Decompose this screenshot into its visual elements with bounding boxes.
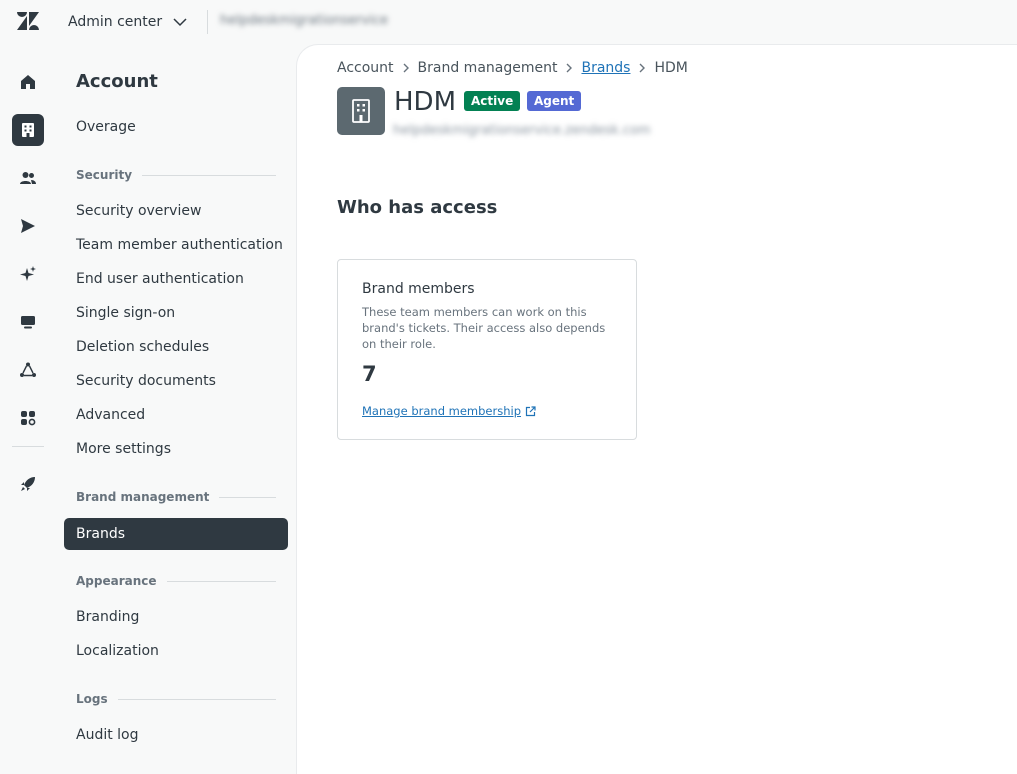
workspaces-icon: [21, 316, 35, 329]
sidenav-item-more-settings[interactable]: More settings: [76, 441, 171, 457]
section-heading-security: Security: [76, 168, 276, 182]
sidenav-item-overage[interactable]: Overage: [76, 119, 136, 135]
brand-members-card: Brand members These team members can wor…: [337, 259, 637, 440]
sidenav-item-security-documents[interactable]: Security documents: [76, 373, 216, 389]
product-name: Admin center: [68, 14, 163, 30]
product-switcher[interactable]: Admin center: [68, 11, 188, 33]
rocket-icon: [21, 477, 35, 491]
section-heading-logs: Logs: [76, 692, 276, 706]
breadcrumb: Account Brand management Brands HDM: [337, 60, 688, 76]
breadcrumb-item-account: Account: [337, 60, 394, 76]
chevron-down-icon: [173, 18, 187, 27]
rail-item-objects-rules[interactable]: [12, 354, 44, 386]
chevron-right-icon: [403, 63, 409, 73]
brand-avatar: [337, 87, 385, 135]
section-divider: [166, 580, 276, 582]
brand-building-icon: [352, 99, 370, 123]
home-icon: [21, 75, 35, 89]
link-label: Manage brand membership: [362, 404, 522, 418]
rail-item-people[interactable]: [12, 162, 44, 194]
sidenav-title: Account: [76, 71, 158, 92]
apps-integrations-icon: [21, 411, 36, 426]
chevron-right-icon: [566, 63, 573, 73]
card-description: These team members can work on this bran…: [362, 305, 606, 351]
rail-divider: [12, 446, 44, 447]
brand-url: helpdeskmigrationservice.zendesk.com: [393, 123, 651, 138]
sidenav-item-end-user-authentication[interactable]: End user authentication: [76, 271, 244, 287]
sidenav-item-audit-log[interactable]: Audit log: [76, 727, 139, 743]
manage-brand-membership-link[interactable]: Manage brand membership: [362, 404, 536, 418]
section-heading-appearance: Appearance: [76, 574, 276, 588]
people-icon: [20, 172, 36, 184]
sidenav-item-single-sign-on[interactable]: Single sign-on: [76, 305, 175, 321]
breadcrumb-link-brands[interactable]: Brands: [581, 60, 630, 76]
sidenav-item-team-member-authentication[interactable]: Team member authentication: [76, 237, 283, 253]
channels-send-icon: [21, 219, 35, 233]
sidenav-item-security-overview[interactable]: Security overview: [76, 203, 201, 219]
chevron-right-icon: [639, 63, 646, 73]
section-heading-label: Brand management: [76, 490, 210, 504]
subdomain-label: helpdeskmigrationservice: [220, 13, 388, 28]
section-title-who-has-access: Who has access: [337, 197, 498, 218]
main-content: Account Brand management Brands HDM HDM …: [296, 44, 1017, 774]
member-count: 7: [362, 362, 377, 386]
section-heading-brand-management: Brand management: [76, 490, 276, 504]
section-heading-label: Security: [76, 168, 133, 182]
sidenav-item-localization[interactable]: Localization: [76, 643, 159, 659]
external-link-icon: [525, 405, 536, 416]
section-divider: [219, 496, 276, 498]
rail-item-apps[interactable]: [12, 402, 44, 434]
rail-item-account[interactable]: [12, 114, 44, 146]
role-badge: Agent: [527, 91, 582, 111]
divider: [207, 10, 208, 34]
top-bar: Admin center helpdeskmigrationservice: [0, 0, 1017, 44]
objects-rules-icon: [20, 362, 36, 377]
card-title: Brand members: [362, 281, 475, 297]
rail-item-home[interactable]: [12, 66, 44, 98]
status-badge: Active: [464, 91, 521, 111]
section-heading-label: Appearance: [76, 574, 157, 588]
rail-item-ai[interactable]: [12, 258, 44, 290]
rail-item-channels[interactable]: [12, 210, 44, 242]
brand-title: HDM: [394, 87, 457, 117]
sidenav-item-deletion-schedules[interactable]: Deletion schedules: [76, 339, 209, 355]
rail-item-getting-started[interactable]: [12, 468, 44, 500]
breadcrumb-item-current: HDM: [654, 60, 688, 76]
sidenav-item-advanced[interactable]: Advanced: [76, 407, 145, 423]
account-sidenav: Account Overage Security Security overvi…: [56, 44, 296, 774]
sidenav-item-branding[interactable]: Branding: [76, 609, 139, 625]
ai-sparkle-icon: [20, 266, 36, 281]
primary-nav-rail: [0, 44, 56, 774]
breadcrumb-item-brand-management: Brand management: [417, 60, 558, 76]
section-divider: [117, 698, 276, 700]
rail-item-workspaces[interactable]: [12, 306, 44, 338]
zendesk-logo-icon[interactable]: [17, 12, 39, 30]
section-heading-label: Logs: [76, 692, 108, 706]
sidenav-item-brands[interactable]: Brands: [64, 518, 288, 550]
section-divider: [142, 174, 276, 176]
account-building-icon: [22, 123, 34, 137]
